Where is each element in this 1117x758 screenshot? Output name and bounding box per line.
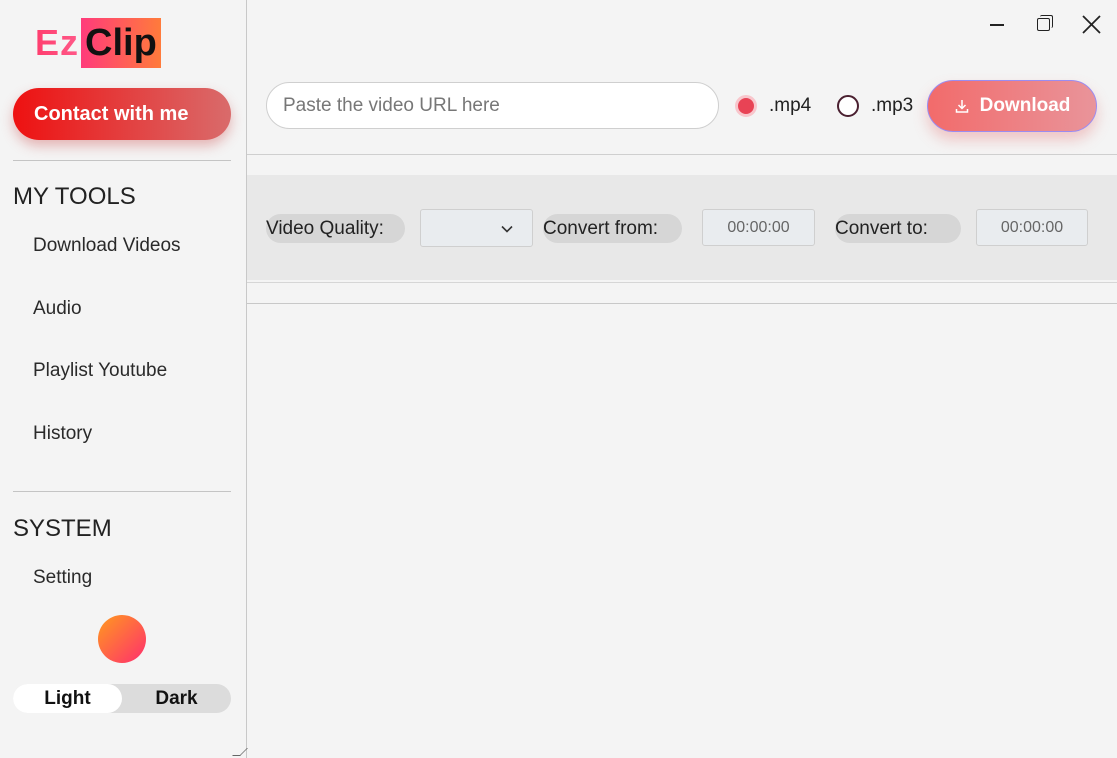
format-radio-mp3[interactable]: [837, 95, 859, 117]
format-label-mp3: .mp3: [871, 95, 914, 116]
chevron-down-icon: [501, 225, 513, 233]
download-button-label: Download: [979, 95, 1071, 116]
tools-section-title: MY TOOLS: [13, 183, 136, 210]
header-divider: [247, 154, 1117, 155]
convert-to-label: Convert to:: [835, 214, 961, 243]
minimize-button[interactable]: [985, 12, 1011, 38]
sidebar-item-playlist-youtube[interactable]: Playlist Youtube: [33, 360, 167, 382]
video-quality-label: Video Quality:: [266, 214, 405, 243]
format-label-mp4: .mp4: [769, 95, 812, 116]
download-icon: [955, 100, 968, 113]
sidebar-item-audio[interactable]: Audio: [33, 298, 82, 320]
close-icon: [1082, 15, 1101, 34]
resize-grip-icon[interactable]: [232, 748, 248, 756]
contact-button[interactable]: Contact with me: [13, 88, 231, 140]
theme-dark-option[interactable]: Dark: [122, 684, 231, 713]
sidebar-item-download-videos[interactable]: Download Videos: [33, 235, 181, 257]
logo-clip-text: Clip: [81, 18, 161, 68]
options-divider: [247, 282, 1117, 283]
system-section-title: SYSTEM: [13, 515, 112, 542]
convert-from-label: Convert from:: [543, 214, 682, 243]
sidebar-divider: [13, 160, 231, 161]
download-button[interactable]: Download: [927, 80, 1097, 132]
video-quality-select[interactable]: [420, 209, 533, 247]
app-window: Ez Clip Contact with me MY TOOLS Downloa…: [0, 0, 1117, 758]
app-logo: Ez Clip: [31, 18, 161, 68]
theme-toggle[interactable]: Light Dark: [13, 684, 231, 713]
logo-ez-text: Ez: [31, 18, 81, 68]
content-area: [247, 304, 1117, 758]
sidebar-item-setting[interactable]: Setting: [33, 567, 92, 589]
sidebar: Ez Clip Contact with me MY TOOLS Downloa…: [0, 0, 248, 758]
theme-color-indicator: [98, 615, 146, 663]
theme-light-option[interactable]: Light: [13, 684, 122, 713]
close-button[interactable]: [1079, 12, 1105, 38]
maximize-button[interactable]: [1033, 12, 1059, 38]
format-radio-mp4[interactable]: [735, 95, 757, 117]
maximize-icon-front: [1037, 18, 1050, 31]
video-url-input[interactable]: [266, 82, 719, 129]
convert-from-input[interactable]: 00:00:00: [702, 209, 815, 246]
sidebar-item-history[interactable]: History: [33, 423, 92, 445]
convert-to-input[interactable]: 00:00:00: [976, 209, 1088, 246]
sidebar-divider: [13, 491, 231, 492]
